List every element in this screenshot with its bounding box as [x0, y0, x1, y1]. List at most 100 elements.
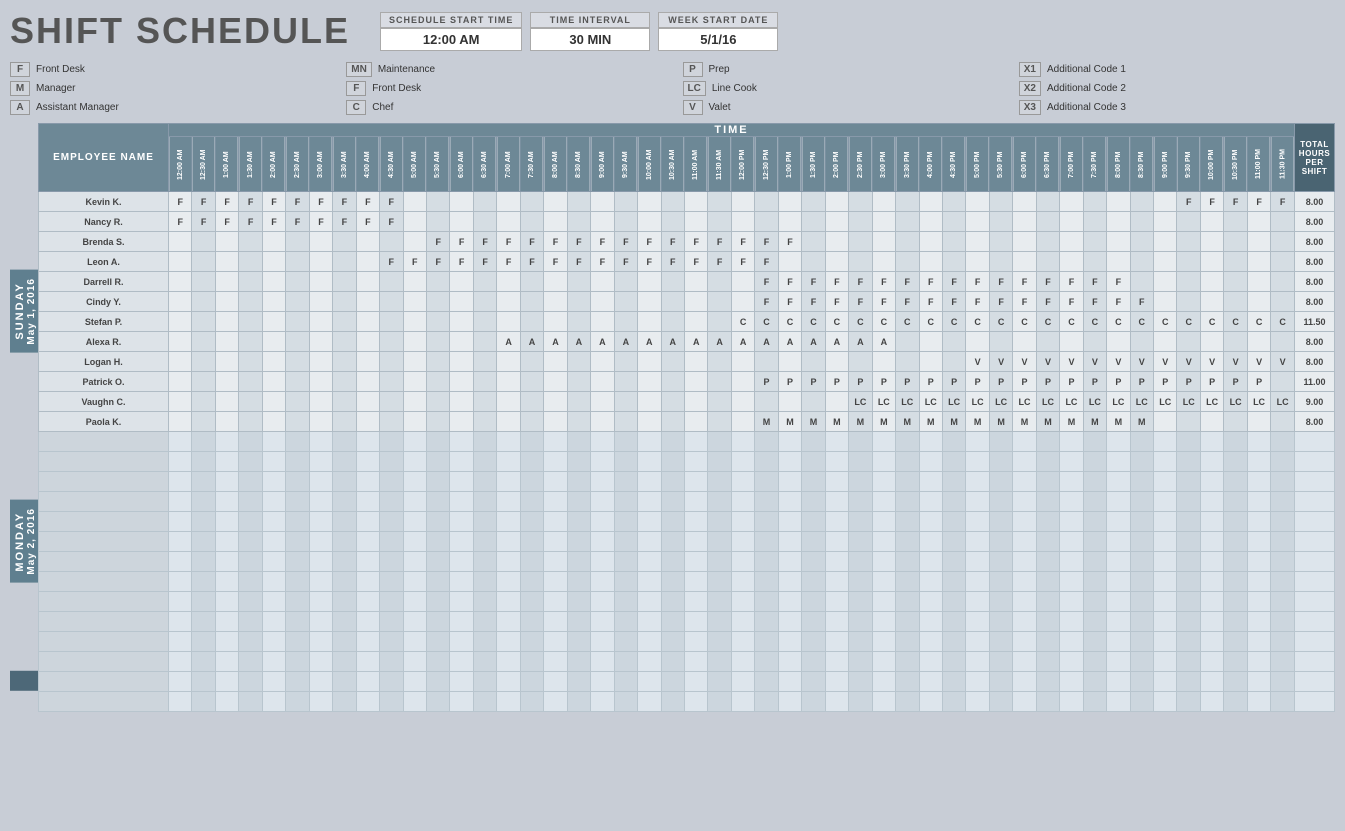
empty-cell[interactable] [520, 592, 543, 612]
empty-cell[interactable] [638, 452, 661, 472]
empty-cell[interactable] [1036, 592, 1059, 612]
empty-cell[interactable] [614, 472, 637, 492]
shift-cell[interactable]: F [942, 272, 965, 292]
empty-cell[interactable] [614, 492, 637, 512]
empty-cell[interactable] [1177, 672, 1200, 692]
shift-cell[interactable]: F [684, 232, 707, 252]
shift-cell[interactable]: F [239, 212, 262, 232]
shift-cell[interactable] [942, 232, 965, 252]
shift-cell[interactable] [778, 252, 801, 272]
shift-cell[interactable] [731, 212, 754, 232]
shift-cell[interactable] [450, 372, 473, 392]
shift-cell[interactable] [896, 332, 919, 352]
empty-cell[interactable] [802, 452, 825, 472]
shift-cell[interactable] [262, 252, 285, 272]
empty-cell[interactable] [450, 452, 473, 472]
empty-cell[interactable] [825, 612, 848, 632]
shift-cell[interactable] [309, 232, 332, 252]
empty-cell[interactable] [849, 612, 872, 632]
shift-cell[interactable] [614, 272, 637, 292]
shift-cell[interactable] [262, 352, 285, 372]
empty-cell[interactable] [286, 632, 309, 652]
empty-cell[interactable] [1247, 572, 1270, 592]
empty-cell[interactable] [614, 612, 637, 632]
empty-cell[interactable] [1224, 692, 1247, 712]
shift-cell[interactable] [567, 312, 590, 332]
empty-cell[interactable] [1271, 532, 1295, 552]
shift-cell[interactable] [192, 372, 215, 392]
empty-cell[interactable] [1013, 572, 1036, 592]
empty-cell[interactable] [333, 452, 356, 472]
empty-cell[interactable] [849, 592, 872, 612]
empty-cell[interactable] [286, 432, 309, 452]
empty-cell[interactable] [426, 692, 449, 712]
shift-cell[interactable] [380, 232, 403, 252]
empty-cell[interactable] [1107, 472, 1130, 492]
empty-cell[interactable] [426, 572, 449, 592]
empty-cell[interactable] [426, 452, 449, 472]
shift-cell[interactable] [1060, 252, 1083, 272]
empty-cell[interactable] [849, 572, 872, 592]
shift-cell[interactable] [825, 252, 848, 272]
empty-cell[interactable] [567, 692, 590, 712]
empty-cell[interactable] [192, 532, 215, 552]
shift-cell[interactable] [708, 412, 731, 432]
shift-cell[interactable] [333, 272, 356, 292]
shift-cell[interactable] [1130, 192, 1153, 212]
shift-cell[interactable] [1154, 232, 1177, 252]
shift-cell[interactable] [169, 272, 192, 292]
empty-cell[interactable] [544, 552, 567, 572]
empty-cell[interactable] [309, 452, 332, 472]
shift-cell[interactable]: C [1200, 312, 1223, 332]
empty-cell[interactable] [1271, 492, 1295, 512]
empty-cell[interactable] [1271, 432, 1295, 452]
shift-cell[interactable]: F [1224, 192, 1247, 212]
empty-cell[interactable] [1036, 552, 1059, 572]
shift-cell[interactable] [286, 372, 309, 392]
shift-cell[interactable] [1177, 332, 1200, 352]
shift-cell[interactable] [450, 312, 473, 332]
empty-cell[interactable] [497, 652, 520, 672]
empty-cell[interactable] [1271, 512, 1295, 532]
shift-cell[interactable] [262, 272, 285, 292]
shift-cell[interactable]: F [989, 272, 1012, 292]
shift-cell[interactable] [356, 392, 379, 412]
empty-cell[interactable] [497, 592, 520, 612]
shift-cell[interactable]: A [661, 332, 684, 352]
shift-cell[interactable] [192, 392, 215, 412]
shift-cell[interactable]: A [591, 332, 614, 352]
empty-cell[interactable] [1107, 572, 1130, 592]
shift-cell[interactable] [520, 192, 543, 212]
empty-cell[interactable] [825, 672, 848, 692]
shift-cell[interactable] [731, 372, 754, 392]
empty-cell[interactable] [1177, 452, 1200, 472]
shift-cell[interactable]: F [473, 252, 496, 272]
empty-cell[interactable] [1200, 652, 1223, 672]
empty-cell[interactable] [919, 432, 942, 452]
shift-cell[interactable] [567, 392, 590, 412]
shift-cell[interactable] [192, 272, 215, 292]
shift-cell[interactable]: F [239, 192, 262, 212]
shift-cell[interactable]: A [614, 332, 637, 352]
empty-cell[interactable] [309, 472, 332, 492]
empty-cell[interactable] [896, 532, 919, 552]
shift-cell[interactable] [966, 252, 989, 272]
shift-cell[interactable] [286, 332, 309, 352]
empty-cell[interactable] [849, 512, 872, 532]
shift-cell[interactable] [309, 312, 332, 332]
empty-cell[interactable] [544, 432, 567, 452]
empty-cell[interactable] [802, 552, 825, 572]
shift-cell[interactable] [192, 412, 215, 432]
shift-cell[interactable] [544, 272, 567, 292]
empty-cell[interactable] [450, 692, 473, 712]
empty-cell[interactable] [849, 652, 872, 672]
empty-cell[interactable] [403, 612, 426, 632]
empty-cell[interactable] [919, 512, 942, 532]
empty-cell[interactable] [262, 592, 285, 612]
shift-cell[interactable] [731, 192, 754, 212]
empty-cell[interactable] [1247, 512, 1270, 532]
empty-cell[interactable] [731, 432, 754, 452]
shift-cell[interactable] [192, 252, 215, 272]
empty-cell[interactable] [614, 632, 637, 652]
empty-cell[interactable] [426, 472, 449, 492]
